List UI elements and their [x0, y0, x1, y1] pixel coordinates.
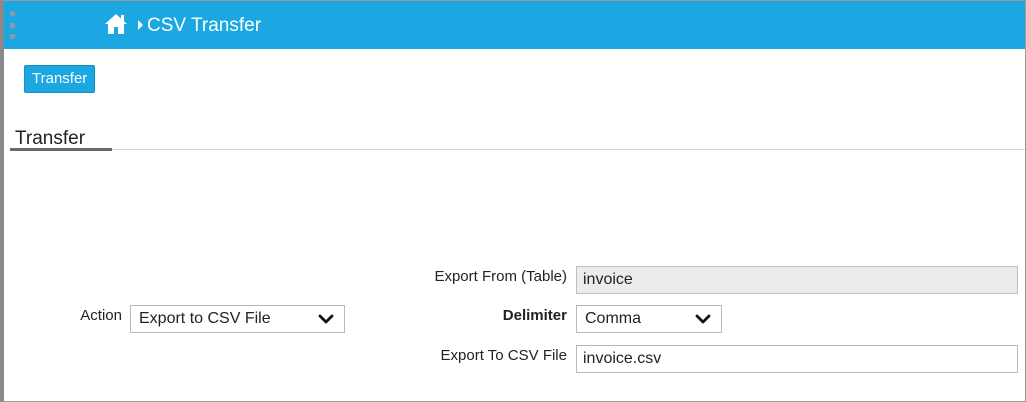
action-label: Action [80, 307, 122, 324]
export-from-field: invoice [576, 266, 1018, 294]
export-to-label: Export To CSV File [440, 347, 567, 364]
delimiter-select[interactable]: Comma [576, 305, 722, 333]
tab-divider [112, 149, 1025, 150]
action-select[interactable]: Export to CSV File [130, 305, 345, 333]
home-icon[interactable] [104, 13, 128, 35]
chevron-right-icon [138, 20, 143, 30]
breadcrumb-title: CSV Transfer [147, 15, 262, 36]
export-from-label: Export From (Table) [434, 268, 567, 285]
action-select-value: Export to CSV File [139, 310, 271, 327]
header-bar: CSV Transfer [4, 1, 1025, 49]
transfer-button[interactable]: Transfer [24, 65, 96, 93]
chevron-down-icon [318, 314, 334, 324]
delimiter-select-value: Comma [585, 310, 642, 327]
export-to-field[interactable]: invoice.csv [576, 345, 1018, 373]
kebab-icon[interactable] [9, 11, 15, 39]
transfer-panel: Export From (Table) invoice Action Expor… [4, 151, 1025, 401]
app-window: CSV Transfer Transfer Transfer Export Fr… [0, 0, 1026, 402]
chevron-down-icon [695, 314, 711, 324]
tab-transfer[interactable]: Transfer [15, 128, 85, 150]
delimiter-label: Delimiter [502, 307, 567, 324]
